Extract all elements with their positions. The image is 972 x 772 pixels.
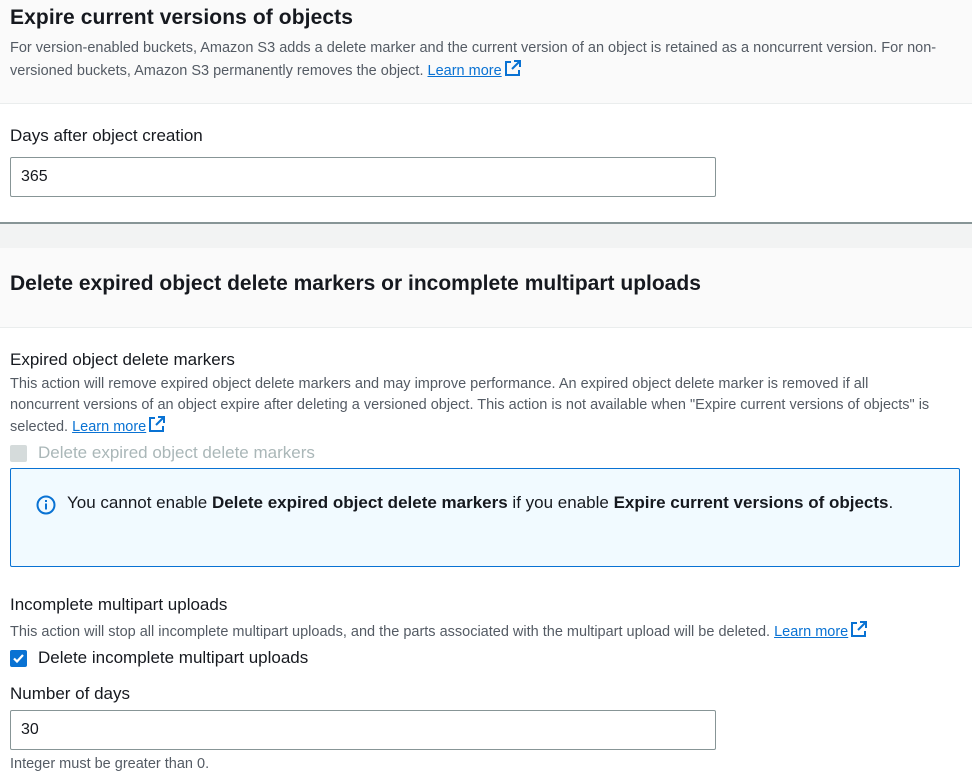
expired-markers-label: Expired object delete markers	[10, 350, 235, 369]
info-alert-text: You cannot enable Delete expired object …	[67, 489, 917, 517]
delete-markers-checkbox	[10, 444, 27, 462]
delete-multipart-checkbox[interactable]	[10, 649, 27, 667]
delete-markers-checkbox-row: Delete expired object delete markers	[10, 443, 315, 463]
learn-more-label: Learn more	[427, 63, 502, 79]
delete-multipart-checkbox-row[interactable]: Delete incomplete multipart uploads	[10, 648, 308, 668]
delete-section-title: Delete expired object delete markers or …	[10, 272, 701, 295]
expire-section-title: Expire current versions of objects	[10, 6, 354, 29]
incomplete-multipart-description: This action will stop all incomplete mul…	[10, 620, 970, 643]
incomplete-multipart-description-text: This action will stop all incomplete mul…	[10, 624, 771, 640]
expired-markers-description: This action will remove expired object d…	[10, 374, 940, 438]
incomplete-multipart-label: Incomplete multipart uploads	[10, 595, 228, 614]
section-divider	[0, 222, 972, 248]
days-after-creation-label: Days after object creation	[10, 126, 203, 145]
expire-section-description: For version-enabled buckets, Amazon S3 a…	[10, 38, 960, 82]
info-icon	[36, 495, 56, 515]
info-alert: You cannot enable Delete expired object …	[10, 468, 960, 567]
external-link-icon	[149, 416, 166, 432]
learn-more-label: Learn more	[72, 419, 147, 435]
learn-more-label: Learn more	[774, 624, 849, 640]
external-link-icon	[851, 621, 868, 637]
number-of-days-label: Number of days	[10, 684, 130, 703]
alert-text-part: if you enable	[507, 493, 614, 512]
check-icon	[13, 653, 24, 663]
days-after-creation-input[interactable]	[10, 157, 716, 197]
learn-more-link-expire[interactable]: Learn more	[427, 60, 522, 79]
learn-more-link-markers[interactable]: Learn more	[72, 416, 166, 435]
alert-bold-expire: Expire current versions of objects	[613, 493, 889, 512]
expire-section-header: Expire current versions of objects For v…	[0, 0, 972, 104]
delete-markers-checkbox-label: Delete expired object delete markers	[38, 443, 315, 462]
number-of-days-hint: Integer must be greater than 0.	[10, 756, 210, 772]
number-of-days-input[interactable]	[10, 710, 716, 750]
delete-section-header: Delete expired object delete markers or …	[0, 248, 972, 328]
alert-text-part: .	[888, 493, 894, 512]
external-link-icon	[504, 60, 521, 76]
alert-bold-markers: Delete expired object delete markers	[211, 493, 508, 512]
learn-more-link-multipart[interactable]: Learn more	[774, 621, 868, 640]
alert-text-part: You cannot enable	[67, 493, 212, 512]
delete-multipart-checkbox-label[interactable]: Delete incomplete multipart uploads	[38, 648, 308, 668]
